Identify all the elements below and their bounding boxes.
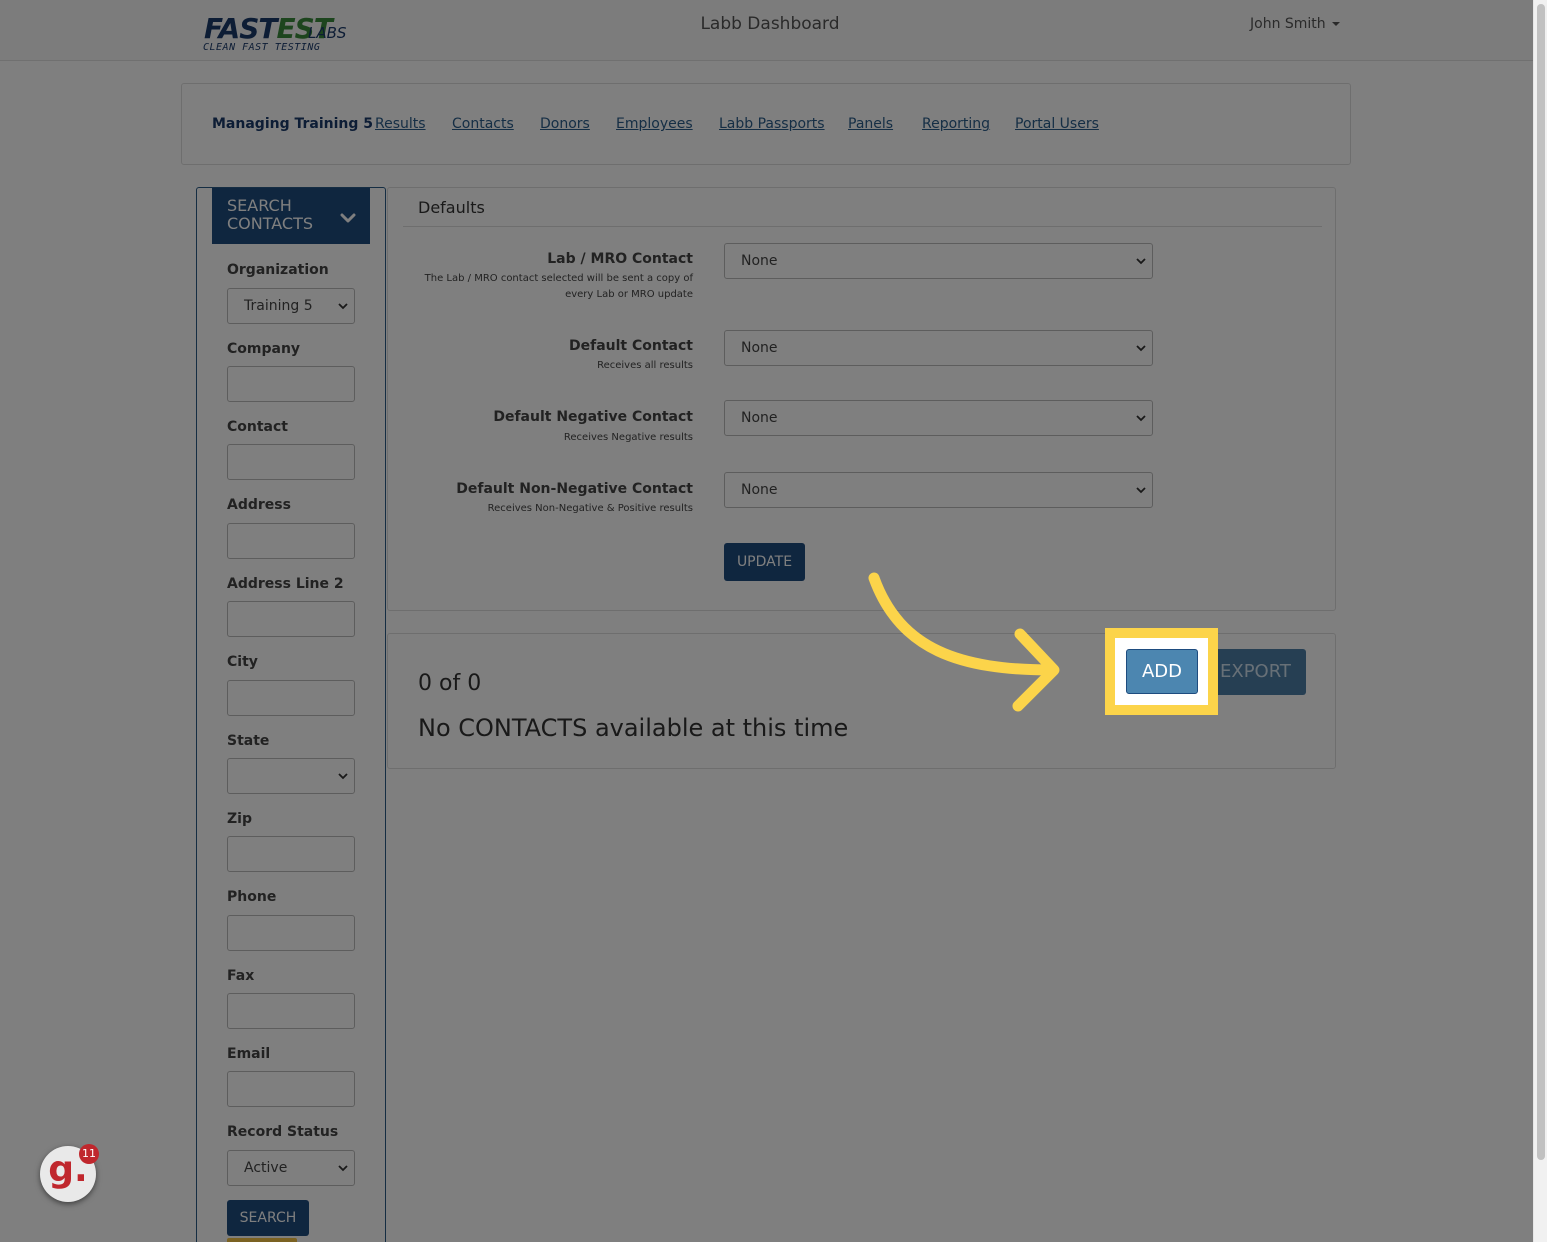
- lab-mro-contact-help: The Lab / MRO contact selected will be s…: [424, 273, 693, 300]
- state-select[interactable]: [227, 758, 355, 794]
- guide-count-badge: 11: [79, 1144, 99, 1164]
- city-label: City: [227, 654, 258, 670]
- user-menu[interactable]: John Smith: [1250, 16, 1340, 32]
- fax-input[interactable]: [227, 993, 355, 1029]
- defaults-panel: Defaults Lab / MRO Contact The Lab / MRO…: [387, 187, 1336, 611]
- defaults-title: Defaults: [418, 198, 485, 217]
- search-contacts-sidebar: SEARCH CONTACTS Organization Training 5 …: [196, 187, 386, 1242]
- nav-item-portal-users[interactable]: Portal Users: [1015, 116, 1099, 132]
- nav-item-panels[interactable]: Panels: [848, 116, 893, 132]
- organization-select[interactable]: Training 5: [227, 288, 355, 324]
- scrollbar-thumb[interactable]: [1537, 4, 1545, 1160]
- section-nav: Managing Training 5 Results Contacts Don…: [181, 83, 1351, 165]
- update-button[interactable]: UPDATE: [724, 543, 805, 581]
- email-label: Email: [227, 1046, 271, 1062]
- divider: [403, 226, 1322, 227]
- search-contacts-toggle[interactable]: SEARCH CONTACTS: [212, 188, 370, 244]
- company-label: Company: [227, 341, 301, 357]
- chevron-down-icon: [1136, 345, 1146, 352]
- lab-mro-contact-value: None: [741, 253, 778, 269]
- page-scrollbar[interactable]: [1533, 0, 1547, 1242]
- organization-value: Training 5: [244, 298, 313, 314]
- fax-label: Fax: [227, 968, 255, 984]
- city-input[interactable]: [227, 680, 355, 716]
- nav-item-results[interactable]: Results: [375, 116, 426, 132]
- nav-item-employees[interactable]: Employees: [616, 116, 693, 132]
- default-contact-value: None: [741, 340, 778, 356]
- chevron-down-icon: [1136, 487, 1146, 494]
- default-negative-contact-label: Default Negative Contact: [493, 409, 693, 425]
- search-button[interactable]: SEARCH: [227, 1200, 309, 1236]
- nav-item-contacts[interactable]: Contacts: [452, 116, 514, 132]
- company-input[interactable]: [227, 366, 355, 402]
- contact-label: Contact: [227, 419, 288, 435]
- state-label: State: [227, 733, 270, 749]
- empty-state-message: No CONTACTS available at this time: [418, 714, 849, 742]
- guide-launcher[interactable]: g. 11: [40, 1144, 99, 1202]
- zip-input[interactable]: [227, 836, 355, 872]
- contact-input[interactable]: [227, 444, 355, 480]
- record-status-label: Record Status: [227, 1124, 339, 1140]
- results-count: 0 of 0: [418, 671, 482, 696]
- lab-mro-contact-label: Lab / MRO Contact: [547, 251, 693, 267]
- nav-item-managing[interactable]: Managing Training 5: [212, 116, 373, 132]
- default-contact-label: Default Contact: [569, 338, 693, 354]
- nav-item-reporting[interactable]: Reporting: [922, 116, 990, 132]
- nav-item-donors[interactable]: Donors: [540, 116, 590, 132]
- user-name: John Smith: [1250, 16, 1326, 32]
- nav-item-labb-passports[interactable]: Labb Passports: [719, 116, 825, 132]
- record-status-value: Active: [244, 1160, 288, 1176]
- chevron-down-icon: [338, 303, 348, 310]
- default-non-negative-contact-select[interactable]: None: [724, 472, 1153, 508]
- chevron-down-icon: [1136, 415, 1146, 422]
- chevron-down-icon: [340, 213, 356, 223]
- lab-mro-contact-select[interactable]: None: [724, 243, 1153, 279]
- organization-label: Organization: [227, 262, 329, 278]
- default-non-negative-contact-help: Receives Non-Negative & Positive results: [487, 503, 693, 514]
- chevron-down-icon: [338, 773, 348, 780]
- chevron-down-icon: [1136, 258, 1146, 265]
- default-negative-contact-value: None: [741, 410, 778, 426]
- address-input[interactable]: [227, 523, 355, 559]
- default-non-negative-contact-value: None: [741, 482, 778, 498]
- top-header: FASTEST LABS CLEAN FAST TESTING Labb Das…: [0, 0, 1533, 61]
- address-label: Address: [227, 497, 291, 513]
- default-contact-help: Receives all results: [597, 360, 693, 371]
- address-line2-label: Address Line 2: [227, 576, 344, 592]
- address-line2-input[interactable]: [227, 601, 355, 637]
- phone-input[interactable]: [227, 915, 355, 951]
- zip-label: Zip: [227, 811, 252, 827]
- pointer-arrow-icon: [868, 572, 1060, 712]
- chevron-down-icon: [338, 1165, 348, 1172]
- default-negative-contact-select[interactable]: None: [724, 400, 1153, 436]
- phone-label: Phone: [227, 889, 277, 905]
- default-negative-contact-help: Receives Negative results: [563, 432, 693, 443]
- add-button-highlight: ADD: [1105, 628, 1218, 715]
- add-button[interactable]: ADD: [1126, 649, 1198, 694]
- default-contact-select[interactable]: None: [724, 330, 1153, 366]
- logo-tagline: CLEAN FAST TESTING: [203, 42, 321, 53]
- email-input[interactable]: [227, 1071, 355, 1107]
- record-status-select[interactable]: Active: [227, 1150, 355, 1186]
- default-non-negative-contact-label: Default Non-Negative Contact: [456, 481, 693, 497]
- caret-down-icon: [1331, 22, 1340, 26]
- partial-button: [227, 1238, 297, 1242]
